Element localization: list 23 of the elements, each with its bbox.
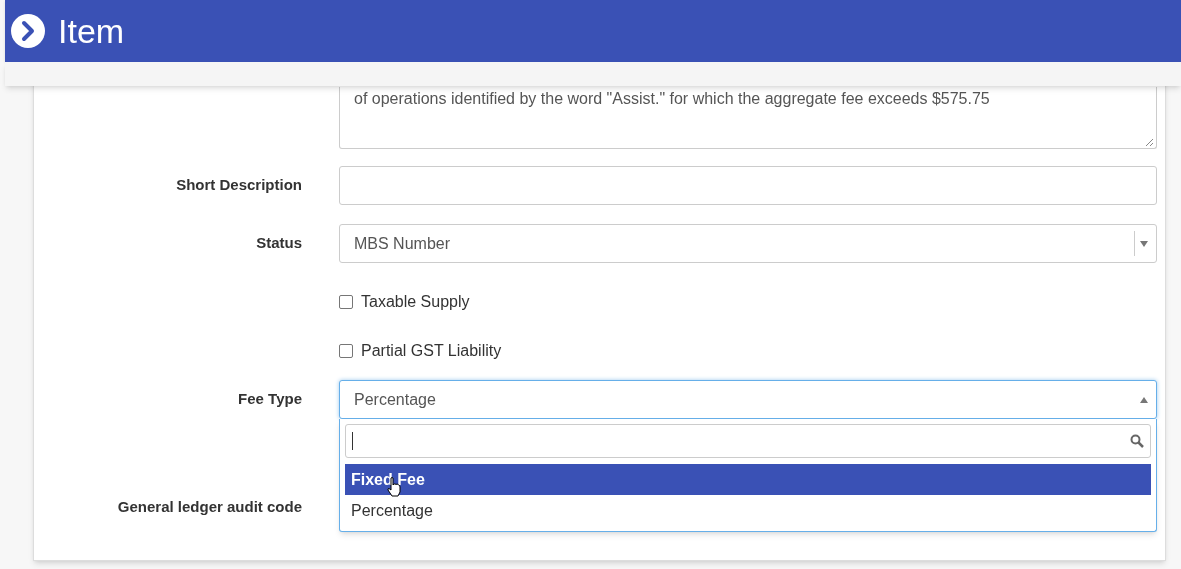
field-label: Fee Type [237,389,302,410]
dropdown-option[interactable]: Fixed Fee [345,464,1151,495]
description-textarea[interactable]: of operations identified by the word "Assist." for which the aggregate fee exceeds $575.75 [339,87,1157,149]
checkbox-label: Taxable Supply [361,291,470,312]
short-description-input[interactable] [339,166,1157,205]
select-value: MBS Number [353,233,452,254]
checkbox[interactable] [339,294,353,309]
field-label: General ledger audit code [116,497,302,518]
field-label: Status [255,233,302,254]
search-field[interactable] [345,424,1151,458]
field-label: Short Description [175,175,302,196]
text-cursor [352,432,353,450]
resize-grip-icon[interactable] [1145,138,1154,147]
search-icon [1130,434,1144,448]
dropdown-option[interactable]: Percentage [345,495,1151,526]
page-title: Item [58,14,125,48]
select-value: Percentage [353,389,437,410]
select-field[interactable]: MBS Number [339,224,1157,263]
checkbox[interactable] [339,343,353,358]
caret-down-icon [1140,240,1148,247]
caret-up-icon [1140,396,1148,403]
checkbox-label: Partial GST Liability [361,340,502,361]
chevron-circle-icon[interactable] [10,13,46,49]
